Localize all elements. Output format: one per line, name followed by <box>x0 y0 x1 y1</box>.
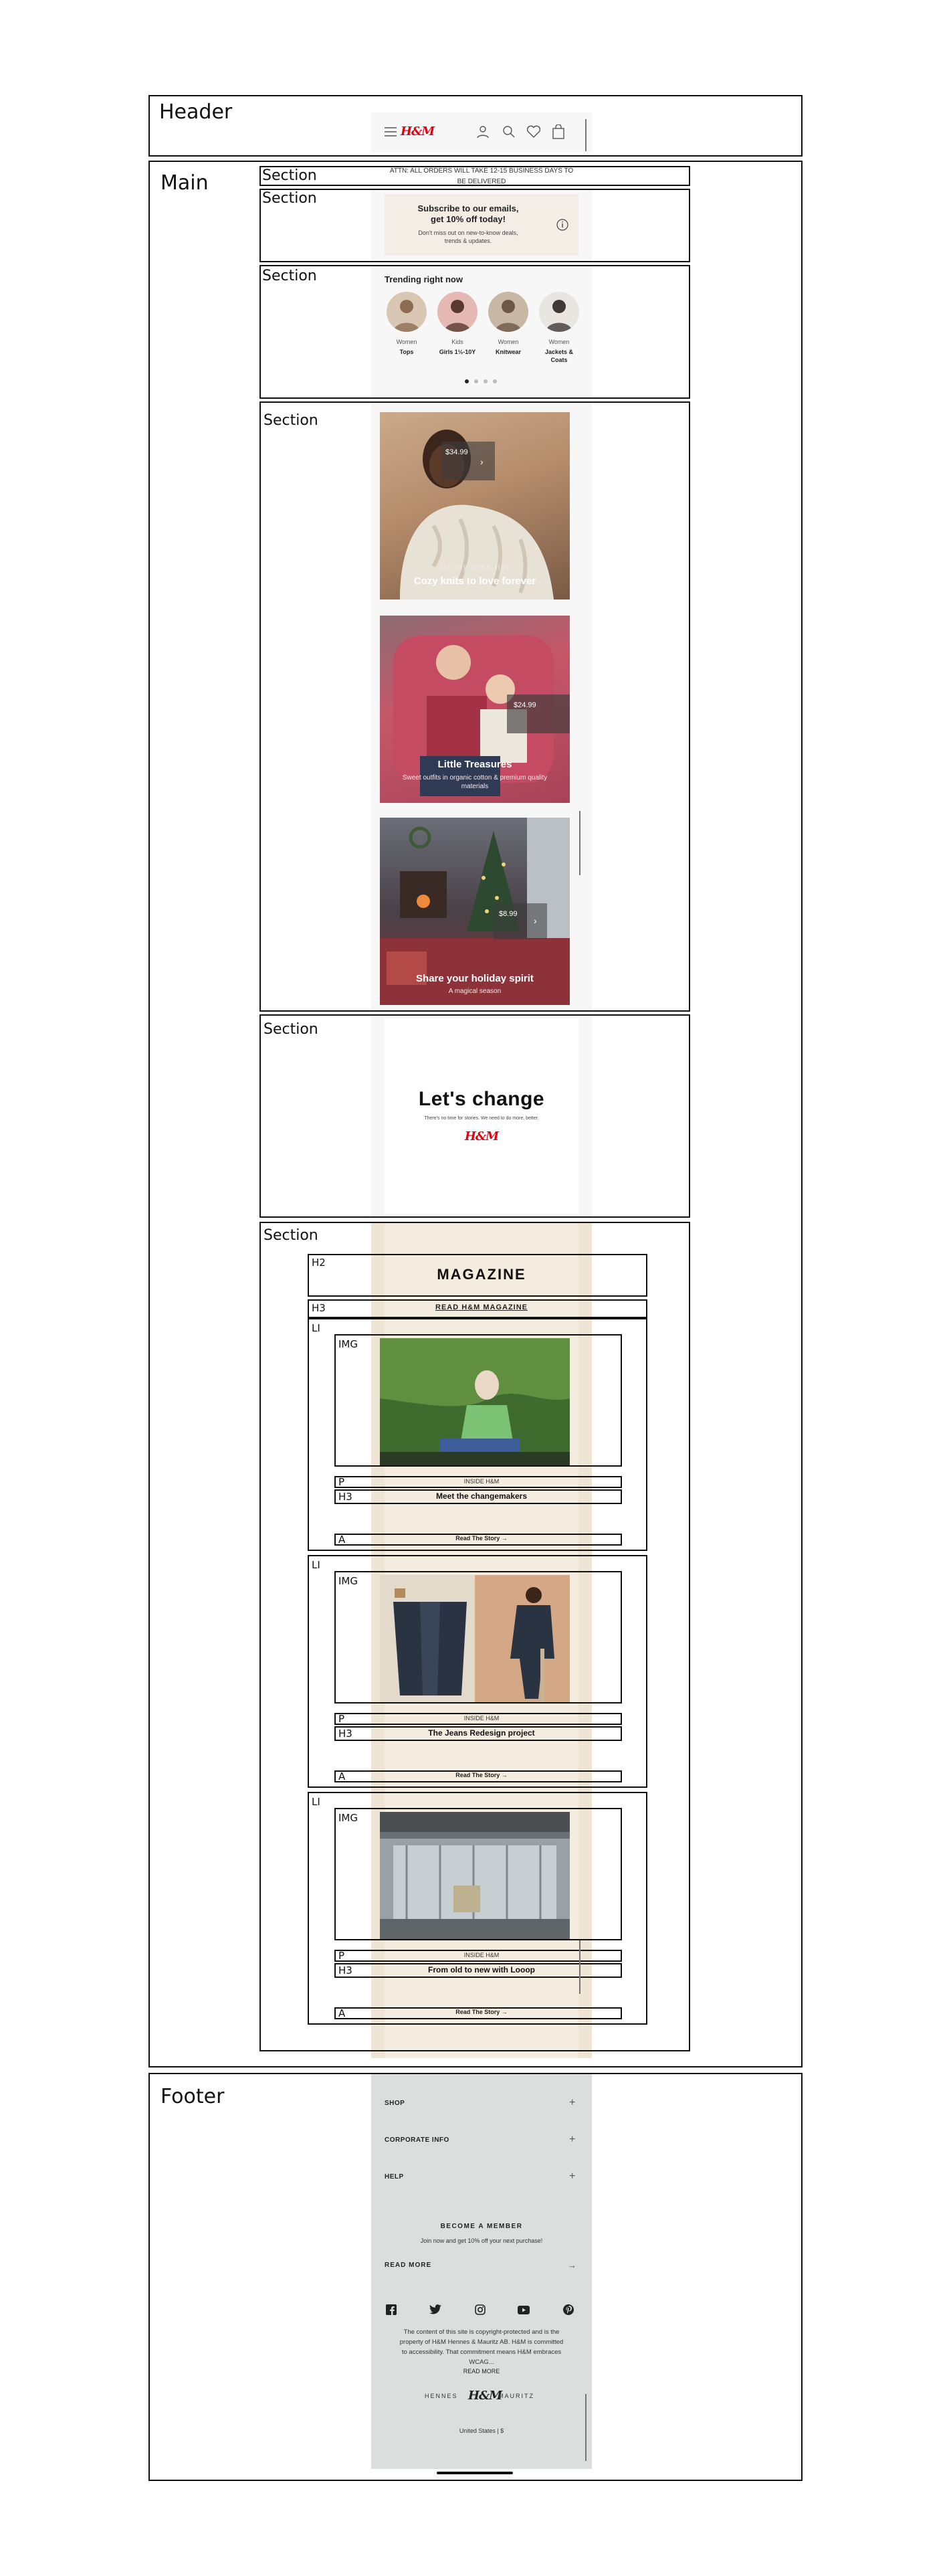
heart-icon[interactable] <box>526 125 541 139</box>
article-title: From old to new with Looop <box>428 1965 535 1974</box>
menu-icon[interactable] <box>385 127 397 136</box>
read-story-label: Read The Story <box>455 2009 500 2015</box>
read-magazine-link[interactable]: READ H&M MAGAZINE <box>371 1303 592 1311</box>
read-story-label: Read The Story <box>455 1535 500 1542</box>
scroll-indicator <box>579 1940 580 1994</box>
magazine-title: MAGAZINE <box>437 1266 526 1283</box>
li-wire-label: LI <box>312 1559 320 1571</box>
img-wire-label: IMG <box>338 1338 358 1350</box>
section-wire-label: Section <box>263 1021 318 1038</box>
a-wire-label: A <box>338 2007 346 2019</box>
account-icon[interactable] <box>476 125 490 139</box>
brand-logo[interactable]: H&M <box>401 124 435 139</box>
arrow-right-icon: → <box>501 2009 508 2015</box>
section-wireframe <box>259 265 690 399</box>
li-wire-label: LI <box>312 1322 320 1334</box>
scroll-indicator <box>585 119 587 151</box>
section-wire-label: Section <box>263 412 318 429</box>
article-title: Meet the changemakers <box>435 1491 528 1501</box>
h3-wire-label: H3 <box>338 1491 352 1503</box>
img-wire-label: IMG <box>338 1812 358 1824</box>
p-wire-label: P <box>338 1950 345 1962</box>
footer-wireframe <box>148 2073 803 2481</box>
arrow-right-icon: → <box>501 1535 508 1542</box>
article-eyebrow: INSIDE H&M <box>463 1478 500 1485</box>
h3-wire-label: H3 <box>338 1728 352 1740</box>
h3-wire-label: H3 <box>312 1302 326 1314</box>
h3-wire-label: H3 <box>338 1964 352 1976</box>
p-wire-label: P <box>338 1713 345 1725</box>
section-wire-label: Section <box>262 167 317 184</box>
article-eyebrow: INSIDE H&M <box>463 1952 500 1958</box>
section-wire-label: Section <box>263 1227 318 1244</box>
main-wire-label: Main <box>161 171 209 195</box>
section-wireframe <box>259 1014 690 1218</box>
bag-icon[interactable] <box>552 124 565 139</box>
arrow-right-icon: → <box>501 1772 508 1778</box>
header-wire-label: Header <box>159 100 233 124</box>
img-wireframe <box>334 1334 622 1467</box>
a-wire-label: A <box>338 1534 346 1546</box>
section-wire-label: Section <box>262 190 317 207</box>
img-wireframe <box>334 1571 622 1704</box>
li-wire-label: LI <box>312 1796 320 1808</box>
read-story-link[interactable]: Read The Story → <box>371 2009 592 2015</box>
section-wireframe <box>259 401 690 1012</box>
section-wireframe <box>259 166 690 186</box>
read-story-link[interactable]: Read The Story → <box>371 1772 592 1778</box>
article-eyebrow: INSIDE H&M <box>463 1715 500 1722</box>
read-story-label: Read The Story <box>455 1772 500 1778</box>
section-wireframe <box>259 189 690 262</box>
img-wireframe <box>334 1808 622 1940</box>
article-title: The Jeans Redesign project <box>428 1728 535 1738</box>
a-wire-label: A <box>338 1770 346 1782</box>
search-icon[interactable] <box>502 125 516 139</box>
p-wire-label: P <box>338 1476 345 1488</box>
footer-wire-label: Footer <box>161 2085 225 2108</box>
section-wire-label: Section <box>262 268 317 284</box>
img-wire-label: IMG <box>338 1575 358 1587</box>
site-header: H&M <box>371 112 592 153</box>
read-story-link[interactable]: Read The Story → <box>371 1535 592 1542</box>
h2-wire-label: H2 <box>312 1257 326 1269</box>
